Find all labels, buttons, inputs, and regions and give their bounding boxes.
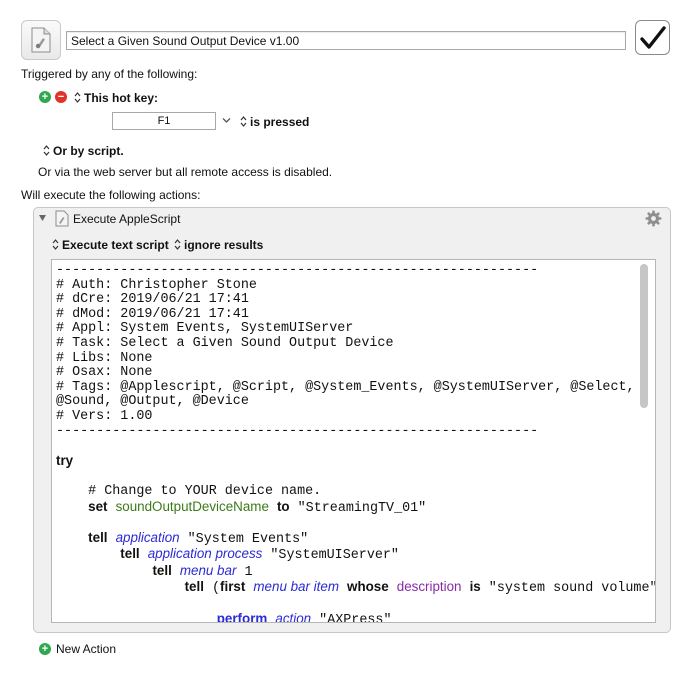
keyword-whose: whose bbox=[347, 579, 389, 595]
hotkey-state-label: is pressed bbox=[250, 115, 310, 129]
stepper-icon bbox=[174, 239, 181, 250]
macro-icon bbox=[21, 20, 61, 60]
keyword-tell: tell bbox=[120, 546, 140, 562]
script-line: # Tags: @Applescript, @Script, @System_E… bbox=[56, 379, 635, 395]
execute-mode-label: Execute text script bbox=[62, 238, 169, 252]
variable-name: soundOutputDeviceName bbox=[115, 498, 269, 514]
add-trigger-icon[interactable]: + bbox=[39, 91, 51, 103]
actions-heading: Will execute the following actions: bbox=[21, 188, 201, 202]
by-script-select[interactable]: Or by script. bbox=[43, 144, 124, 159]
script-line: @Sound, @Output, @Device bbox=[56, 394, 249, 410]
script-line: # Auth: Christopher Stone bbox=[56, 277, 257, 293]
keyword-to: to bbox=[276, 498, 290, 514]
by-script-label: Or by script. bbox=[53, 144, 124, 158]
script-line: # Osax: None bbox=[56, 365, 153, 381]
script-comment: # Change to YOUR device name. bbox=[88, 483, 322, 499]
applescript-document-icon bbox=[31, 27, 51, 53]
new-action-button[interactable]: New Action bbox=[56, 642, 116, 657]
class-application: application bbox=[115, 529, 180, 545]
string-literal: "SystemUIServer" bbox=[270, 548, 399, 564]
script-line: # Vers: 1.00 bbox=[56, 408, 153, 424]
paren-open: ( bbox=[211, 581, 221, 597]
disclosure-triangle-icon[interactable] bbox=[38, 214, 47, 222]
add-action-icon[interactable]: + bbox=[39, 643, 51, 655]
class-menu-bar-item: menu bar item bbox=[253, 579, 339, 595]
execute-mode-select[interactable]: Execute text script bbox=[52, 238, 169, 253]
keyword-first: first bbox=[220, 579, 246, 595]
triggers-heading: Triggered by any of the following: bbox=[21, 67, 198, 81]
script-scrollbar[interactable] bbox=[640, 264, 648, 408]
class-application-process: application process bbox=[147, 546, 263, 562]
action-title: Execute AppleScript bbox=[73, 212, 181, 226]
property-description: description bbox=[396, 579, 462, 595]
script-line: ----------------------------------------… bbox=[56, 423, 539, 439]
gear-icon[interactable] bbox=[645, 210, 662, 227]
script-line: # dCre: 2019/06/21 17:41 bbox=[56, 292, 249, 308]
keyword-is: is bbox=[469, 579, 481, 595]
keyword-perform: perform bbox=[216, 610, 268, 623]
string-literal: "StreamingTV_01" bbox=[297, 500, 427, 516]
class-menu-bar: menu bar bbox=[179, 562, 237, 578]
string-literal: "System Events" bbox=[187, 531, 309, 547]
stepper-icon bbox=[52, 239, 59, 250]
applescript-icon bbox=[55, 210, 69, 227]
hotkey-trigger-label: This hot key: bbox=[84, 91, 159, 105]
script-line: # Appl: System Events, SystemUIServer bbox=[56, 321, 354, 337]
remove-trigger-icon[interactable]: − bbox=[55, 91, 67, 103]
macro-enabled-checkbox[interactable] bbox=[635, 20, 670, 55]
class-action: action bbox=[275, 610, 312, 623]
checkmark-icon bbox=[639, 25, 666, 49]
script-line: # Libs: None bbox=[56, 350, 153, 366]
script-editor[interactable]: ----------------------------------------… bbox=[51, 259, 656, 623]
keyword-tell: tell bbox=[88, 529, 108, 545]
stepper-icon bbox=[43, 145, 50, 156]
hotkey-trigger-type[interactable]: This hot key: bbox=[74, 91, 158, 106]
keyword-tell: tell bbox=[184, 579, 204, 595]
script-code: ----------------------------------------… bbox=[56, 263, 656, 623]
script-line: # dMod: 2019/06/21 17:41 bbox=[56, 306, 249, 322]
action-type-icon bbox=[55, 210, 69, 230]
macro-name-field[interactable]: Select a Given Sound Output Device v1.00 bbox=[66, 31, 626, 50]
web-server-text: Or via the web server but all remote acc… bbox=[38, 165, 333, 179]
string-literal: "AXPress" bbox=[319, 612, 392, 623]
results-mode-select[interactable]: ignore results bbox=[174, 238, 263, 253]
hotkey-field[interactable]: F1 bbox=[112, 112, 216, 130]
chevron-down-icon[interactable] bbox=[222, 117, 231, 124]
keyword-set: set bbox=[88, 498, 108, 514]
string-literal: "system sound volume") bbox=[488, 581, 656, 597]
keyword-try: try bbox=[56, 452, 74, 468]
keyword-tell: tell bbox=[152, 562, 172, 578]
hotkey-state-select[interactable]: is pressed bbox=[240, 115, 309, 130]
script-line: ----------------------------------------… bbox=[56, 263, 539, 278]
stepper-icon bbox=[240, 116, 247, 127]
results-mode-label: ignore results bbox=[184, 238, 264, 252]
stepper-icon bbox=[74, 92, 81, 103]
script-line: # Task: Select a Given Sound Output Devi… bbox=[56, 335, 394, 351]
number-literal: 1 bbox=[244, 564, 253, 580]
